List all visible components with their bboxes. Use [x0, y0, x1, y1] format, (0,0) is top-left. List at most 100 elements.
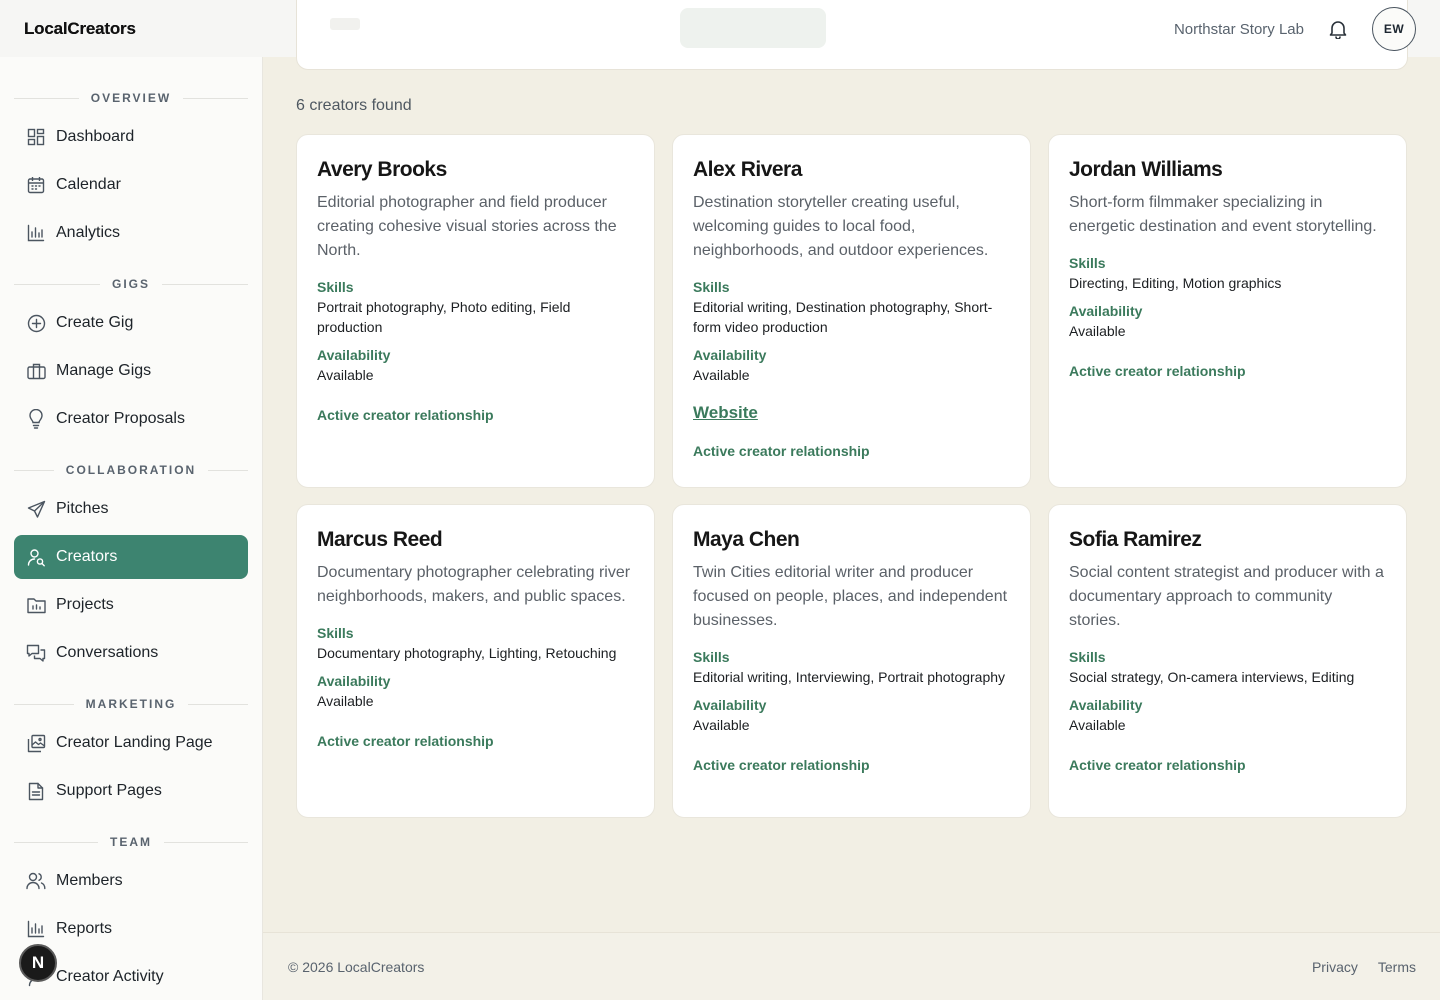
- chat-icon: [26, 643, 46, 663]
- section-header-gigs: GIGS: [14, 277, 249, 291]
- creator-bio: Twin Cities editorial writer and produce…: [693, 564, 1008, 629]
- availability-value: Available: [693, 367, 750, 383]
- creator-name[interactable]: Jordan Williams: [1069, 157, 1386, 183]
- creator-card[interactable]: Jordan Williams Short-form filmmaker spe…: [1048, 134, 1407, 488]
- sidebar-item-label: Support Pages: [56, 782, 162, 799]
- briefcase-icon: [26, 361, 46, 381]
- avatar[interactable]: EW: [1372, 7, 1416, 51]
- sidebar-item-creator-landing-page[interactable]: Creator Landing Page: [14, 721, 248, 765]
- availability-value: Available: [1069, 323, 1126, 339]
- bell-icon[interactable]: [1328, 19, 1348, 39]
- sidebar-item-label: Members: [56, 872, 123, 889]
- sidebar-item-dashboard[interactable]: Dashboard: [14, 115, 248, 159]
- sidebar-item-manage-gigs[interactable]: Manage Gigs: [14, 349, 248, 393]
- sidebar-item-projects[interactable]: Projects: [14, 583, 248, 627]
- header-actions: Northstar Story Lab EW: [1174, 7, 1416, 51]
- skills-value: Editorial writing, Interviewing, Portrai…: [693, 669, 1006, 685]
- relationship-status: Active creator relationship: [1069, 757, 1246, 773]
- footer: © 2026 LocalCreators Privacy Terms: [263, 932, 1440, 1000]
- creator-bio: Documentary photographer celebrating riv…: [317, 564, 631, 605]
- creator-bio: Social content strategist and producer w…: [1069, 564, 1384, 629]
- sidebar-item-creator-proposals[interactable]: Creator Proposals: [14, 397, 248, 441]
- grid-icon: [26, 127, 46, 147]
- availability-value: Available: [693, 717, 750, 733]
- creator-name[interactable]: Sofia Ramirez: [1069, 527, 1386, 553]
- image-stack-icon: [26, 733, 46, 753]
- sidebar-item-label: Pitches: [56, 500, 109, 517]
- sidebar-item-label: Calendar: [56, 176, 121, 193]
- skills-label: Skills: [693, 279, 730, 295]
- website-link[interactable]: Website: [693, 401, 758, 425]
- bar-chart-icon: [26, 223, 46, 243]
- copyright-text: © 2026 LocalCreators: [288, 959, 425, 975]
- relationship-status: Active creator relationship: [317, 407, 494, 423]
- skills-value: Editorial writing, Destination photograp…: [693, 299, 993, 335]
- section-header-team: TEAM: [14, 835, 248, 849]
- skills-value: Portrait photography, Photo editing, Fie…: [317, 299, 571, 335]
- sidebar-item-label: Creator Activity: [56, 968, 164, 985]
- skills-value: Documentary photography, Lighting, Retou…: [317, 645, 617, 661]
- user-search-icon: [26, 547, 46, 567]
- sidebar-item-conversations[interactable]: Conversations: [14, 631, 248, 675]
- skills-label: Skills: [1069, 255, 1106, 271]
- skills-label: Skills: [1069, 649, 1106, 665]
- skills-label: Skills: [317, 279, 354, 295]
- sidebar-item-calendar[interactable]: Calendar: [14, 163, 248, 207]
- sidebar-item-reports[interactable]: Reports: [14, 907, 248, 951]
- creator-card[interactable]: Maya Chen Twin Cities editorial writer a…: [672, 504, 1031, 818]
- folder-icon: [26, 595, 46, 615]
- users-icon: [26, 871, 46, 891]
- availability-label: Availability: [1069, 697, 1143, 713]
- relationship-status: Active creator relationship: [693, 757, 870, 773]
- footer-links: Privacy Terms: [1292, 959, 1416, 975]
- availability-label: Availability: [1069, 303, 1143, 319]
- relationship-status: Active creator relationship: [1069, 363, 1246, 379]
- section-header-overview: OVERVIEW: [14, 91, 248, 105]
- creator-name[interactable]: Maya Chen: [693, 527, 1010, 553]
- sidebar-item-label: Analytics: [56, 224, 121, 241]
- creator-bio: Editorial photographer and field produce…: [317, 194, 617, 259]
- relationship-status: Active creator relationship: [693, 443, 870, 459]
- creator-name[interactable]: Avery Brooks: [317, 157, 634, 183]
- sidebar-item-label: Conversations: [56, 644, 159, 661]
- privacy-link[interactable]: Privacy: [1312, 959, 1358, 975]
- section-header-marketing: MARKETING: [14, 697, 249, 711]
- creator-name[interactable]: Alex Rivera: [693, 157, 1010, 183]
- availability-value: Available: [317, 367, 374, 383]
- creator-card[interactable]: Alex Rivera Destination storyteller crea…: [672, 134, 1031, 488]
- floating-n-badge[interactable]: N: [19, 944, 57, 982]
- section-header-collaboration: COLLABORATION: [14, 463, 248, 477]
- org-switcher[interactable]: Northstar Story Lab: [1174, 21, 1304, 38]
- top-bar-overlay: LocalCreators Northstar Story Lab EW: [0, 0, 1440, 57]
- brand-name[interactable]: LocalCreators: [24, 19, 136, 39]
- availability-label: Availability: [317, 673, 391, 689]
- skills-value: Directing, Editing, Motion graphics: [1069, 275, 1282, 291]
- availability-label: Availability: [693, 697, 767, 713]
- lightbulb-icon: [26, 409, 46, 429]
- sidebar-item-label: Creators: [56, 548, 118, 565]
- sidebar-item-label: Create Gig: [56, 314, 134, 331]
- creator-card[interactable]: Marcus Reed Documentary photographer cel…: [296, 504, 655, 818]
- availability-value: Available: [1069, 717, 1126, 733]
- creator-name[interactable]: Marcus Reed: [317, 527, 634, 553]
- creator-card[interactable]: Avery Brooks Editorial photographer and …: [296, 134, 655, 488]
- sidebar-item-label: Projects: [56, 596, 114, 613]
- sidebar-item-support-pages[interactable]: Support Pages: [14, 769, 248, 813]
- skills-label: Skills: [317, 625, 354, 641]
- availability-label: Availability: [693, 347, 767, 363]
- terms-link[interactable]: Terms: [1378, 959, 1416, 975]
- sidebar-item-create-gig[interactable]: Create Gig: [14, 301, 248, 345]
- sidebar-item-pitches[interactable]: Pitches: [14, 487, 248, 531]
- send-icon: [26, 499, 46, 519]
- sidebar-item-members[interactable]: Members: [14, 859, 248, 903]
- sidebar-item-label: Creator Proposals: [56, 410, 185, 427]
- sidebar-item-analytics[interactable]: Analytics: [14, 211, 248, 255]
- plus-circle-icon: [26, 313, 46, 333]
- bar-chart-icon: [26, 919, 46, 939]
- availability-label: Availability: [317, 347, 391, 363]
- sidebar-item-creators[interactable]: Creators: [14, 535, 248, 579]
- relationship-status: Active creator relationship: [317, 733, 494, 749]
- creator-card[interactable]: Sofia Ramirez Social content strategist …: [1048, 504, 1407, 818]
- sidebar-item-label: Creator Landing Page: [56, 734, 213, 751]
- creator-bio: Short-form filmmaker specializing in ene…: [1069, 194, 1377, 235]
